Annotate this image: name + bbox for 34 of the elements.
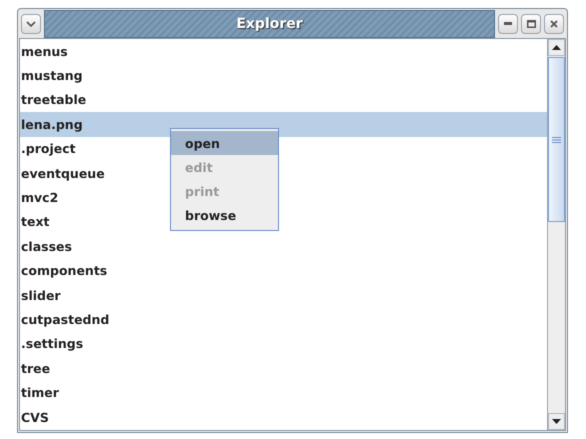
menu-item[interactable]: browse [171,203,278,227]
file-list-item[interactable]: treetable [21,92,86,108]
grip-icon [552,136,561,142]
file-list-item[interactable]: tree [21,360,50,376]
file-list-item[interactable]: eventqueue [21,166,105,181]
window-menu-button[interactable] [21,14,41,34]
scroll-down-button[interactable] [548,413,565,430]
chevron-down-icon [26,20,36,26]
maximize-button[interactable] [521,14,541,34]
file-list-item[interactable]: lena.png [21,116,83,132]
scroll-thumb[interactable] [548,57,565,222]
minimize-icon [504,22,512,25]
file-list-item[interactable]: classes [21,238,72,254]
scrollbar[interactable] [547,39,565,430]
file-list-item[interactable]: mustang [21,68,83,84]
file-list-item[interactable]: timer [21,385,59,400]
file-list-item[interactable]: text [21,214,50,230]
file-list-item[interactable]: CVS [21,410,49,425]
up-arrow-icon [552,45,561,50]
minimize-button[interactable] [498,14,518,34]
close-button[interactable] [544,14,564,34]
file-list-item[interactable]: slider [21,288,61,303]
file-list-item[interactable]: mvc2 [21,190,58,206]
file-list-item[interactable]: components [21,263,108,278]
menu-item[interactable]: open [171,131,278,155]
maximize-icon [526,20,536,28]
file-list-item[interactable]: .project [21,141,76,156]
file-list-item[interactable]: menus [21,44,68,59]
file-list-item[interactable]: .settings [21,336,84,352]
file-list-item[interactable]: cutpastednd [21,312,110,327]
close-icon [550,20,558,28]
scroll-up-button[interactable] [548,39,565,56]
down-arrow-icon [552,419,561,424]
window-title: Explorer [236,16,303,32]
